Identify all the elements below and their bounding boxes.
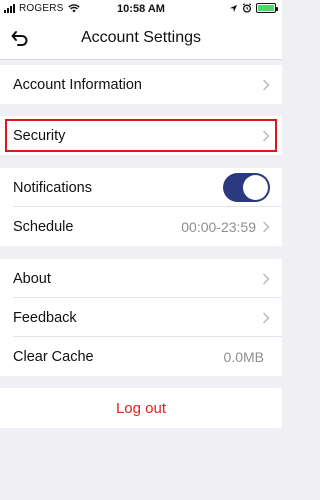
battery-icon (256, 3, 278, 13)
notifications-row: Notifications (0, 168, 282, 207)
status-bar: ROGERS 10:58 AM (0, 0, 282, 18)
notifications-toggle[interactable] (223, 173, 270, 202)
row-label: Schedule (13, 218, 74, 235)
chevron-right-icon (263, 312, 270, 323)
chevron-right-icon (263, 79, 270, 90)
row-label: Account Information (13, 76, 142, 93)
logout-button[interactable]: Log out (0, 388, 282, 428)
feedback-row[interactable]: Feedback (0, 298, 282, 337)
about-row[interactable]: About (0, 259, 282, 298)
page-title: Account Settings (80, 29, 202, 46)
chevron-right-icon (263, 221, 270, 232)
account-group: Account Information (0, 65, 282, 104)
security-group: Security (0, 116, 282, 155)
alarm-clock-icon (242, 3, 252, 13)
misc-group: About Feedback Clear Cache 0.0MB (0, 259, 282, 376)
cache-size-value: 0.0MB (223, 348, 264, 365)
row-label: Clear Cache (13, 348, 94, 365)
row-label: Security (13, 127, 66, 144)
row-label: Feedback (13, 309, 77, 326)
row-label: Notifications (13, 179, 92, 196)
toggle-knob (243, 175, 268, 200)
notifications-group: Notifications Schedule 00:00-23:59 (0, 168, 282, 246)
schedule-value: 00:00-23:59 (181, 218, 256, 235)
chevron-right-icon (263, 273, 270, 284)
row-label: About (13, 270, 51, 287)
navigation-bar: Account Settings (0, 18, 282, 60)
schedule-row[interactable]: Schedule 00:00-23:59 (0, 207, 282, 246)
security-row[interactable]: Security (0, 116, 282, 155)
location-arrow-icon (229, 4, 238, 12)
account-information-row[interactable]: Account Information (0, 65, 282, 104)
clear-cache-row[interactable]: Clear Cache 0.0MB (0, 337, 282, 376)
chevron-right-icon (263, 130, 270, 141)
battery-level (258, 5, 274, 11)
status-right (229, 3, 278, 13)
